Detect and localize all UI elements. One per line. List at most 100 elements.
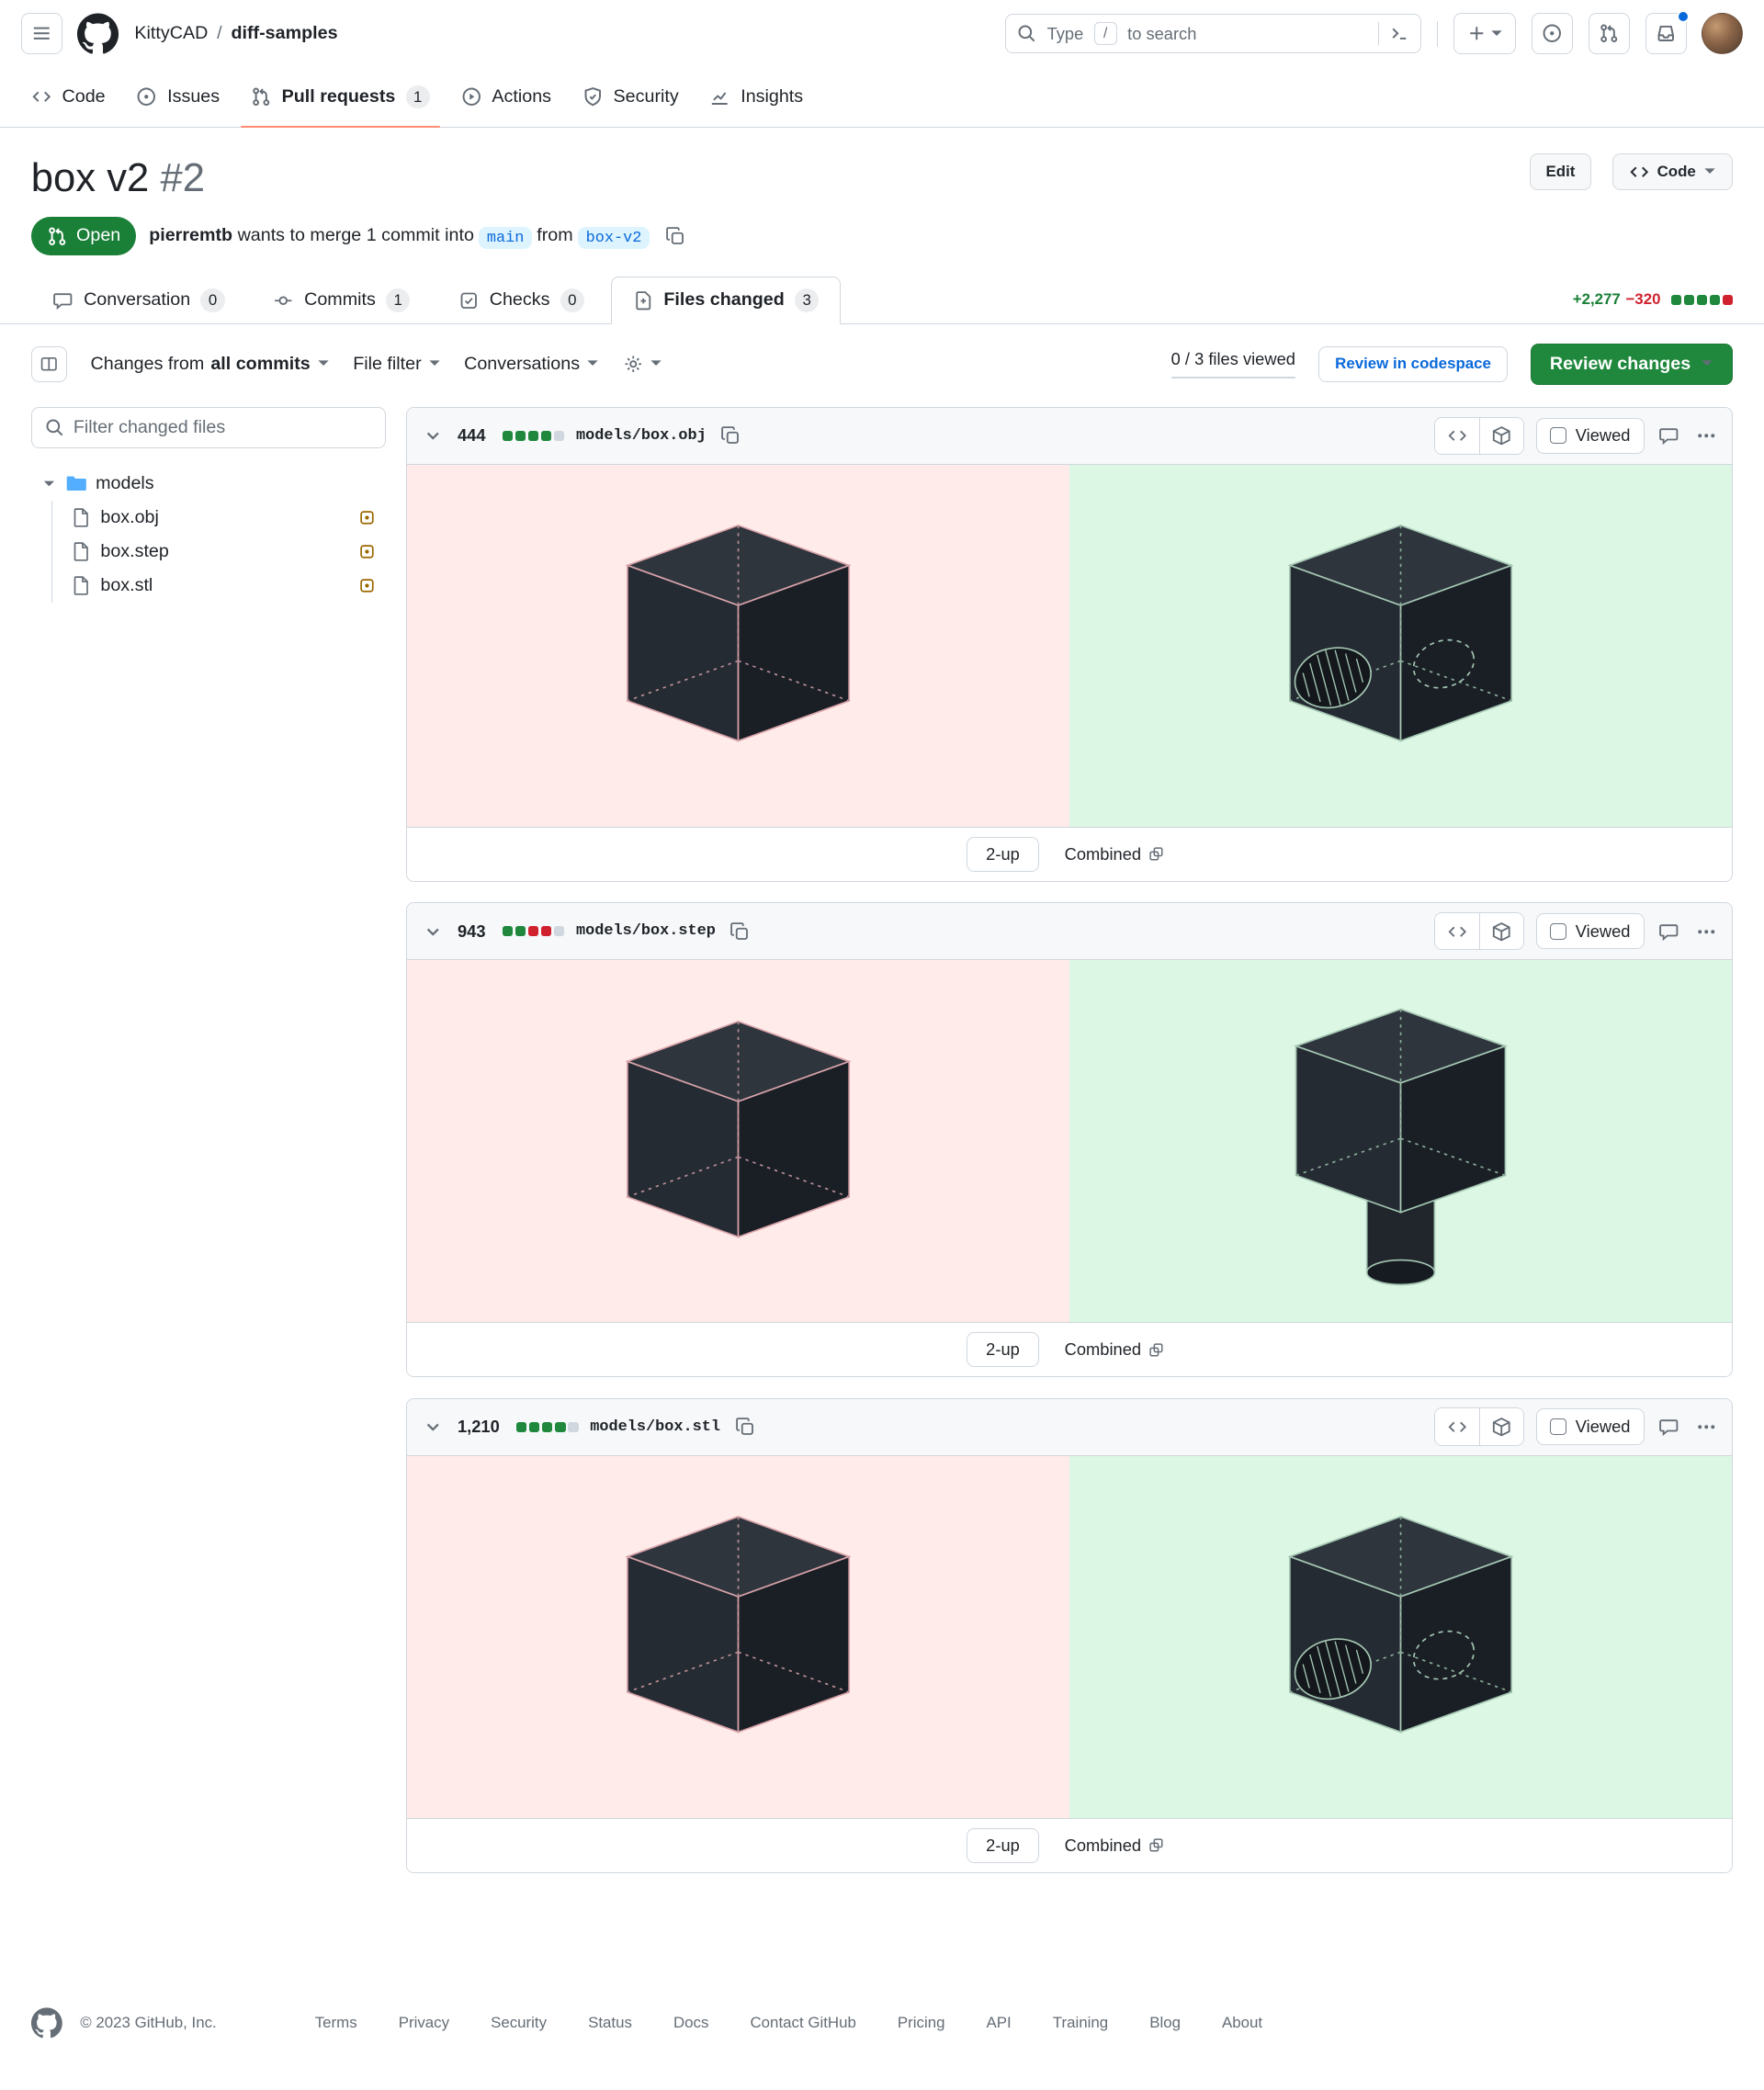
- comment-button[interactable]: [1656, 1414, 1681, 1440]
- rich-view-button[interactable]: [1479, 913, 1523, 950]
- model-render-old-cube: [584, 491, 892, 799]
- tab-code-label: Code: [62, 86, 106, 107]
- changes-from-prefix: Changes from: [90, 353, 205, 374]
- viewed-checkbox-button[interactable]: Viewed: [1535, 913, 1645, 950]
- rich-view-button[interactable]: [1479, 1408, 1523, 1445]
- footer-link-contact[interactable]: Contact GitHub: [750, 2014, 855, 2032]
- split-view-button[interactable]: [30, 345, 68, 383]
- tab-security[interactable]: Security: [572, 67, 689, 127]
- kebab-menu-button[interactable]: [1693, 919, 1719, 944]
- tree-file-box-obj[interactable]: box.obj: [52, 501, 385, 535]
- tab-commits[interactable]: Commits 1: [252, 277, 432, 325]
- review-changes-button[interactable]: Review changes: [1531, 343, 1734, 385]
- pr-status-row: Open pierremtb wants to merge 1 commit i…: [0, 216, 1764, 255]
- tab-code[interactable]: Code: [21, 67, 116, 127]
- base-branch-chip[interactable]: main: [479, 226, 532, 250]
- issues-header-button[interactable]: [1531, 13, 1573, 55]
- viewed-checkbox-button[interactable]: Viewed: [1535, 417, 1645, 455]
- copy-branch-button[interactable]: [662, 223, 688, 249]
- footer-link-blog[interactable]: Blog: [1149, 2014, 1181, 2032]
- file-header: 1,210 models/box.stl Viewed: [407, 1398, 1733, 1456]
- diffstat-block: [1683, 294, 1695, 305]
- combined-button[interactable]: Combined: [1057, 843, 1172, 866]
- footer-link-pricing[interactable]: Pricing: [898, 2014, 945, 2032]
- comment-button[interactable]: [1656, 423, 1681, 448]
- two-up-button[interactable]: 2-up: [967, 1332, 1039, 1368]
- file-diffstat-blocks: [502, 430, 565, 441]
- copy-path-button[interactable]: [728, 919, 753, 944]
- diff-modified-icon: [359, 578, 375, 593]
- model-render-new-cube-peg: [1247, 988, 1555, 1295]
- collapse-file-button[interactable]: [420, 423, 446, 448]
- file-changes-count: 1,210: [457, 1417, 500, 1437]
- footer-link-training[interactable]: Training: [1053, 2014, 1108, 2032]
- two-up-button[interactable]: 2-up: [967, 1827, 1039, 1863]
- unread-notification-dot: [1676, 9, 1690, 23]
- tab-checks[interactable]: Checks 0: [436, 277, 605, 325]
- filter-changed-files-input[interactable]: [30, 406, 386, 448]
- breadcrumb-repo[interactable]: diff-samples: [231, 23, 337, 44]
- global-header: KittyCAD / diff-samples Type / to search: [0, 0, 1764, 67]
- tab-conversation[interactable]: Conversation 0: [31, 277, 246, 325]
- kebab-menu-button[interactable]: [1693, 1414, 1719, 1440]
- tab-pull-requests[interactable]: Pull requests 1: [240, 67, 441, 129]
- tab-files-changed[interactable]: Files changed 3: [611, 276, 841, 325]
- tab-actions[interactable]: Actions: [450, 67, 561, 127]
- footer-link-about[interactable]: About: [1222, 2014, 1262, 2032]
- rich-diff-body: [407, 464, 1733, 828]
- footer-link-api[interactable]: API: [987, 2014, 1012, 2032]
- footer-link-privacy[interactable]: Privacy: [399, 2014, 449, 2032]
- kebab-menu-button[interactable]: [1693, 423, 1719, 448]
- tree-file-box-stl[interactable]: box.stl: [52, 569, 385, 603]
- head-branch-chip[interactable]: box-v2: [578, 226, 650, 250]
- create-new-button[interactable]: [1453, 13, 1516, 55]
- collapse-file-button[interactable]: [420, 1414, 446, 1440]
- tab-issues[interactable]: Issues: [126, 67, 230, 127]
- global-search-input[interactable]: Type / to search: [1004, 14, 1421, 53]
- file-icon: [74, 542, 88, 561]
- comment-button[interactable]: [1656, 919, 1681, 944]
- source-view-button[interactable]: [1435, 913, 1479, 950]
- tree-folder-models[interactable]: models: [31, 467, 386, 501]
- tree-file-box-step[interactable]: box.step: [52, 535, 385, 569]
- review-in-codespace-button[interactable]: Review in codespace: [1318, 345, 1508, 383]
- collapse-file-button[interactable]: [420, 919, 446, 944]
- tab-insights-label: Insights: [741, 86, 804, 107]
- copy-path-button[interactable]: [718, 423, 743, 448]
- source-view-button[interactable]: [1435, 1408, 1479, 1445]
- conversations-dropdown[interactable]: Conversations: [464, 354, 599, 375]
- file-path[interactable]: models/box.obj: [576, 427, 707, 445]
- source-view-button[interactable]: [1435, 417, 1479, 455]
- footer-link-security[interactable]: Security: [491, 2014, 547, 2032]
- breadcrumb-org[interactable]: KittyCAD: [134, 23, 208, 44]
- tab-insights[interactable]: Insights: [699, 67, 813, 127]
- viewed-checkbox-button[interactable]: Viewed: [1535, 1408, 1645, 1445]
- additions-count: +2,277: [1572, 290, 1621, 309]
- footer-link-terms[interactable]: Terms: [315, 2014, 357, 2032]
- footer-link-status[interactable]: Status: [588, 2014, 632, 2032]
- copy-path-button[interactable]: [732, 1414, 758, 1440]
- footer-link-docs[interactable]: Docs: [673, 2014, 708, 2032]
- diffstat-block: [540, 430, 552, 441]
- edit-button[interactable]: Edit: [1529, 153, 1592, 190]
- inbox-button[interactable]: [1645, 9, 1690, 55]
- code-dropdown-button[interactable]: Code: [1611, 153, 1734, 190]
- file-path[interactable]: models/box.stl: [590, 1418, 720, 1436]
- diff-settings-dropdown[interactable]: [623, 354, 663, 375]
- comment-icon: [52, 290, 74, 311]
- hamburger-menu-button[interactable]: [20, 13, 62, 55]
- avatar[interactable]: [1702, 13, 1744, 55]
- combined-button[interactable]: Combined: [1057, 1834, 1172, 1857]
- chevron-down-icon: [426, 928, 439, 936]
- file-path[interactable]: models/box.step: [576, 922, 716, 940]
- pull-requests-header-button[interactable]: [1588, 13, 1630, 55]
- diffstat-block: [540, 926, 552, 937]
- github-logo[interactable]: [77, 13, 119, 54]
- rich-view-button[interactable]: [1479, 417, 1523, 455]
- file-filter-dropdown[interactable]: File filter: [353, 354, 441, 375]
- combined-button[interactable]: Combined: [1057, 1339, 1172, 1361]
- two-up-button[interactable]: 2-up: [967, 836, 1039, 872]
- changes-from-dropdown[interactable]: Changes from all commits: [91, 354, 330, 375]
- layers-icon: [1148, 1342, 1164, 1358]
- command-palette-icon[interactable]: [1389, 23, 1410, 44]
